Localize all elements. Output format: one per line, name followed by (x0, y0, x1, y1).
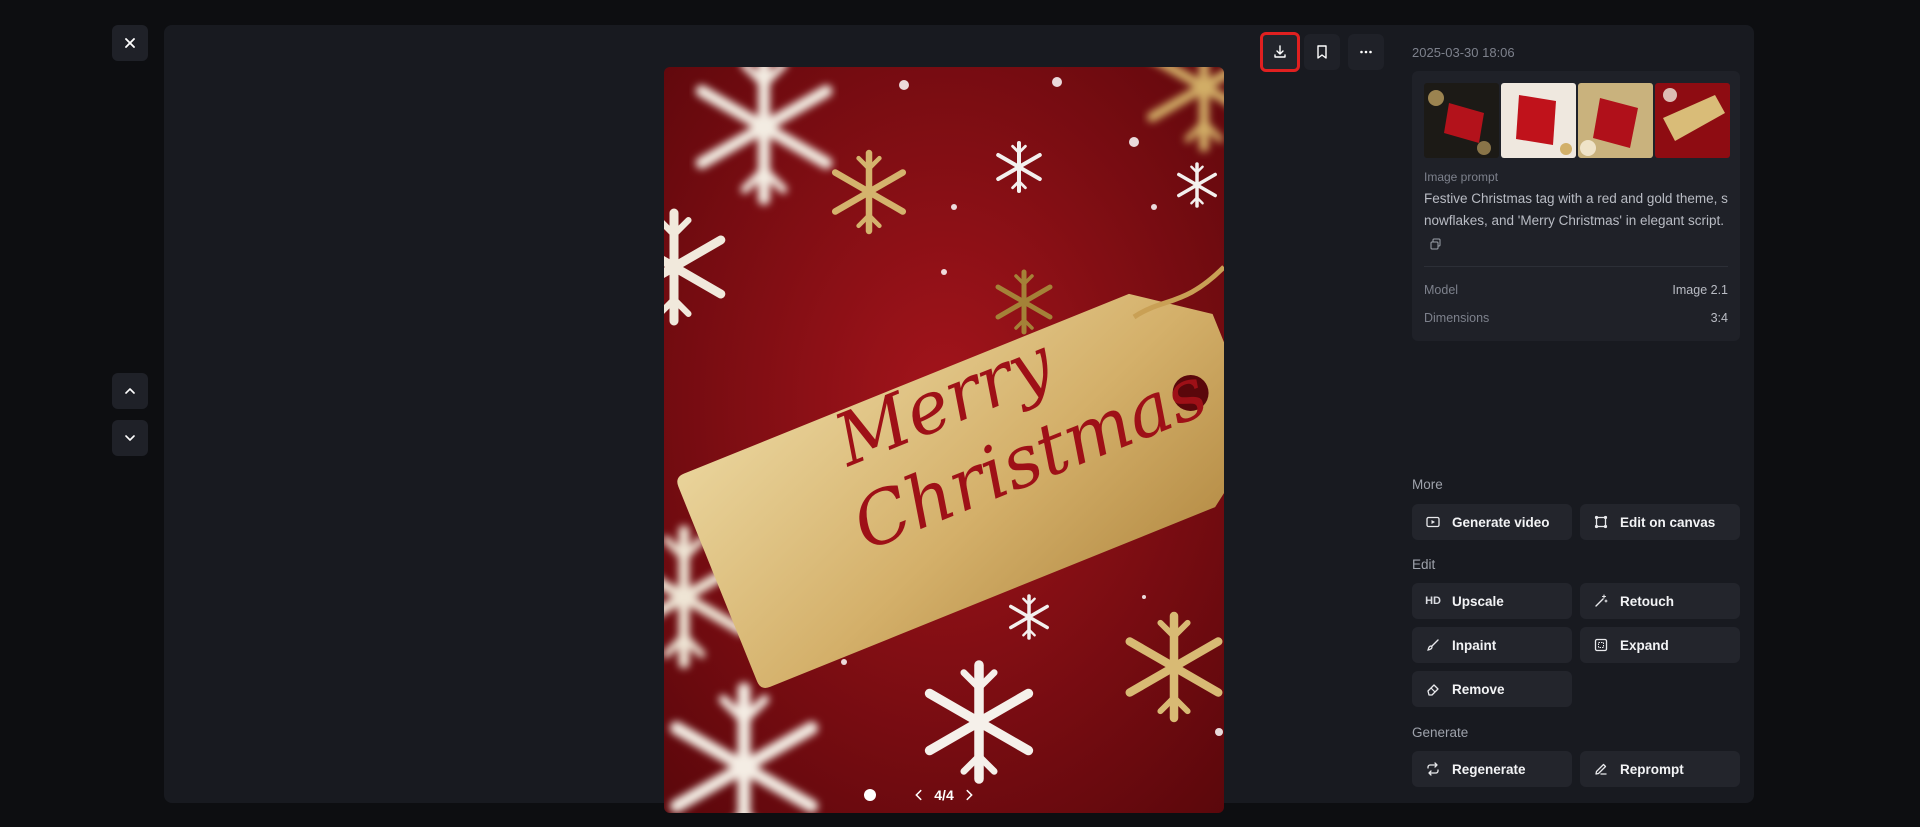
expand-icon (1594, 638, 1608, 652)
close-button[interactable] (112, 25, 148, 61)
chevron-down-icon (125, 435, 135, 441)
close-icon (125, 38, 135, 48)
section-more: More (1412, 477, 1443, 492)
upscale-button[interactable]: HD Upscale (1412, 583, 1572, 619)
prompt-label: Image prompt (1424, 170, 1499, 184)
eraser-icon (1427, 684, 1439, 696)
model-value: Image 2.1 (1672, 283, 1728, 297)
retouch-button[interactable]: Retouch (1580, 583, 1740, 619)
remove-button[interactable]: Remove (1412, 671, 1572, 707)
thumbnail-3[interactable] (1578, 83, 1653, 158)
model-label: Model (1424, 283, 1459, 297)
generate-video-button[interactable]: Generate video (1412, 504, 1572, 540)
thumbnail-strip (1424, 83, 1730, 158)
download-icon (1274, 45, 1286, 58)
prompt-text: Festive Christmas tag with a red and gol… (1424, 191, 1728, 228)
pencil-icon (1595, 763, 1607, 775)
chevron-right-icon[interactable] (962, 788, 976, 802)
download-button[interactable] (1260, 32, 1300, 72)
bookmark-icon (1317, 45, 1327, 59)
more-options-button[interactable] (1348, 34, 1384, 70)
divider (1424, 266, 1728, 267)
thumbnail-1[interactable] (1424, 83, 1499, 158)
dimensions-value: 3:4 (1710, 311, 1728, 325)
image-pager: 4/4 (664, 781, 1224, 809)
thumbnail-2[interactable] (1501, 83, 1576, 158)
hd-icon: HD (1425, 595, 1441, 607)
magic-wand-icon (1595, 594, 1608, 607)
copy-icon[interactable] (1430, 238, 1442, 250)
chevron-left-icon[interactable] (912, 788, 926, 802)
section-edit: Edit (1412, 557, 1436, 572)
generated-image: Merry Christmas 4/4 (664, 67, 1224, 813)
dimensions-row: Dimensions 3:4 (1424, 311, 1728, 325)
more-icon (1360, 50, 1372, 54)
previous-image-button[interactable] (112, 373, 148, 409)
pager-count: 4/4 (934, 787, 954, 803)
expand-button[interactable]: Expand (1580, 627, 1740, 663)
canvas-icon (1594, 515, 1608, 529)
next-image-button[interactable] (112, 420, 148, 456)
video-icon (1426, 516, 1440, 528)
christmas-tag-image: Merry Christmas (664, 67, 1224, 813)
model-row: Model Image 2.1 (1424, 283, 1728, 297)
edit-on-canvas-button[interactable]: Edit on canvas (1580, 504, 1740, 540)
regenerate-button[interactable]: Regenerate (1412, 751, 1572, 787)
inpaint-button[interactable]: Inpaint (1412, 627, 1572, 663)
dimensions-label: Dimensions (1424, 311, 1490, 325)
reprompt-button[interactable]: Reprompt (1580, 751, 1740, 787)
section-generate: Generate (1412, 725, 1469, 740)
timestamp: 2025-03-30 18:06 (1412, 45, 1515, 60)
thumbnail-4[interactable] (1655, 83, 1730, 158)
image-info-card: Image prompt Festive Christmas tag with … (1412, 71, 1740, 341)
repeat-icon (1427, 762, 1439, 776)
chevron-up-icon (125, 388, 135, 394)
bookmark-button[interactable] (1304, 34, 1340, 70)
brush-icon (1427, 639, 1439, 651)
